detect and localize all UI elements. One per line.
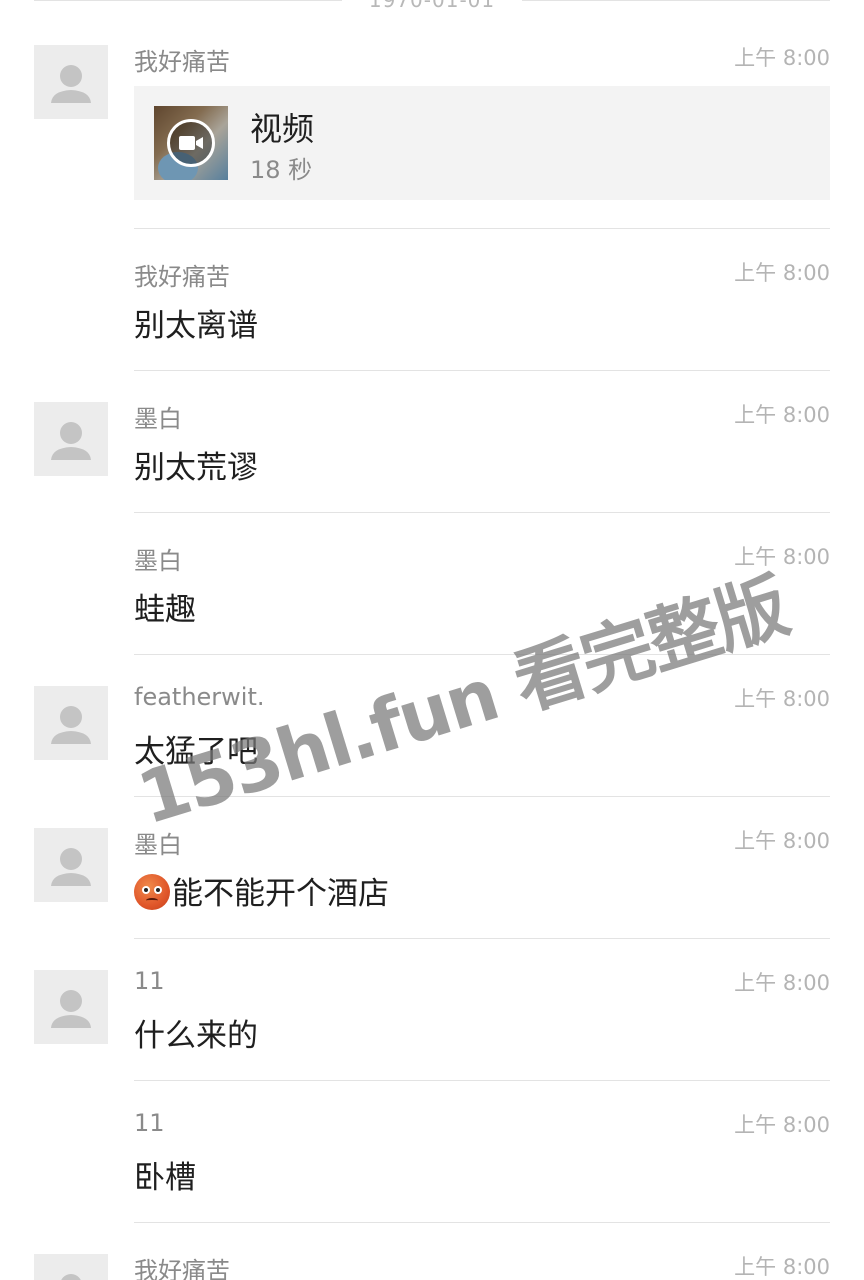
message-text: 卧槽 [134, 1160, 196, 1196]
chat-message[interactable]: 我好痛苦 上午 8:00 别太离谱 [0, 228, 864, 371]
avatar[interactable] [34, 45, 108, 119]
avatar[interactable] [34, 828, 108, 902]
message-time: 上午 8:00 [734, 687, 830, 711]
message-text: 别太荒谬 [134, 450, 258, 486]
default-user-avatar-icon [51, 65, 91, 103]
avatar[interactable] [34, 970, 108, 1044]
sender-name: 11 [134, 1109, 165, 1137]
sender-name: 墨白 [134, 547, 182, 575]
message-text: 太猛了吧 [134, 734, 258, 770]
message-text-with-emoji: 能不能开个酒店 [134, 868, 389, 913]
video-message-card[interactable]: 视频 18 秒 [134, 86, 830, 200]
message-time: 上午 8:00 [734, 829, 830, 853]
message-text: 什么来的 [134, 1018, 258, 1054]
chat-message[interactable]: featherwit. 上午 8:00 太猛了吧 [0, 654, 864, 797]
avatar[interactable] [34, 1254, 108, 1280]
sender-name: 我好痛苦 [134, 48, 230, 76]
default-user-avatar-icon [61, 1274, 81, 1280]
chat-message[interactable]: 墨白 上午 8:00 能不能开个酒店 [0, 796, 864, 939]
avatar[interactable] [34, 402, 108, 476]
message-time: 上午 8:00 [734, 1255, 830, 1279]
sender-name: featherwit. [134, 683, 265, 711]
message-time: 上午 8:00 [734, 1113, 830, 1137]
sender-name: 墨白 [134, 831, 182, 859]
default-user-avatar-icon [51, 706, 91, 744]
chat-message[interactable]: 11 上午 8:00 什么来的 [0, 938, 864, 1081]
message-time: 上午 8:00 [734, 403, 830, 427]
chat-history-page: 1970-01-01 我好痛苦 上午 8:00 视频 18 秒 我好痛苦 上午 … [0, 0, 864, 1280]
default-user-avatar-icon [51, 422, 91, 460]
video-duration: 18 秒 [250, 156, 313, 184]
avatar[interactable] [34, 686, 108, 760]
message-time: 上午 8:00 [734, 261, 830, 285]
sender-name: 墨白 [134, 405, 182, 433]
chat-message[interactable]: 我好痛苦 上午 8:00 视频 18 秒 [0, 0, 864, 229]
chat-message[interactable]: 11 上午 8:00 卧槽 [0, 1080, 864, 1223]
default-user-avatar-icon [51, 990, 91, 1028]
video-thumbnail[interactable] [154, 106, 228, 180]
chat-message[interactable]: 我好痛苦 上午 8:00 [0, 1222, 864, 1280]
default-user-avatar-icon [51, 848, 91, 886]
message-text: 能不能开个酒店 [172, 876, 389, 912]
sender-name: 11 [134, 967, 165, 995]
message-time: 上午 8:00 [734, 971, 830, 995]
message-time: 上午 8:00 [734, 46, 830, 70]
video-title: 视频 [250, 110, 315, 148]
angry-face-emoji-icon [134, 874, 170, 910]
chat-message[interactable]: 墨白 上午 8:00 蛙趣 [0, 512, 864, 655]
video-camera-icon [167, 119, 215, 167]
chat-message[interactable]: 墨白 上午 8:00 别太荒谬 [0, 370, 864, 513]
message-text: 别太离谱 [134, 308, 258, 344]
message-text: 蛙趣 [134, 592, 196, 628]
sender-name: 我好痛苦 [134, 263, 230, 291]
message-time: 上午 8:00 [734, 545, 830, 569]
sender-name: 我好痛苦 [134, 1257, 230, 1280]
